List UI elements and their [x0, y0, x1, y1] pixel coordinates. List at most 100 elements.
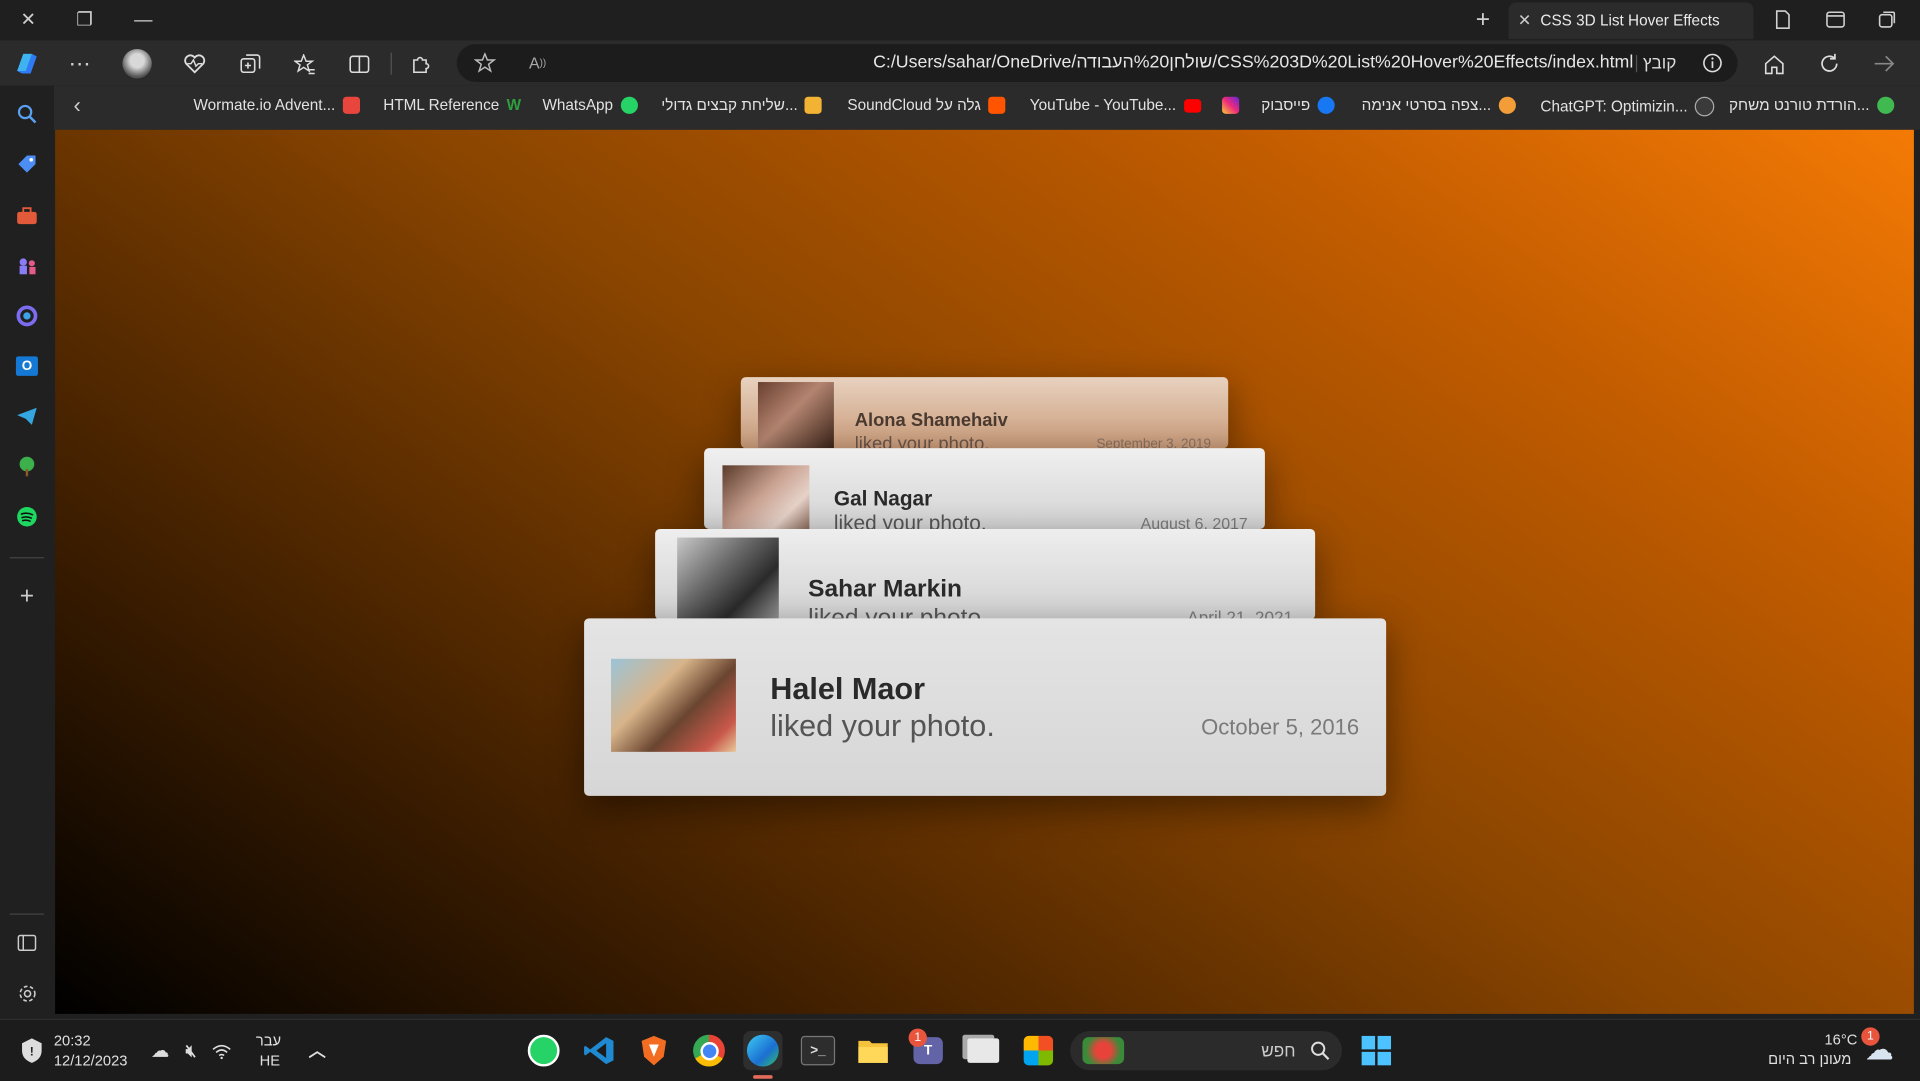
- hide-sidebar-icon[interactable]: [12, 928, 41, 957]
- weather-alert-icon[interactable]: !: [15, 1033, 49, 1067]
- taskbar-windows-app-icon[interactable]: [964, 1031, 1003, 1070]
- add-sidebar-app-icon[interactable]: +: [12, 582, 41, 611]
- read-aloud-icon[interactable]: A)): [522, 47, 554, 79]
- spotify-icon[interactable]: [12, 502, 41, 531]
- minimize-window-button[interactable]: —: [125, 5, 162, 34]
- telegram-icon[interactable]: [12, 402, 41, 431]
- page-content: Alona Shamehaiv liked your photo. Septem…: [55, 129, 1914, 1014]
- item-date: October 5, 2016: [1201, 715, 1360, 740]
- item-message: liked your photo.: [854, 433, 990, 449]
- tab-actions-icon[interactable]: [1817, 5, 1854, 34]
- extensions-icon[interactable]: [405, 48, 437, 80]
- bookmark-8[interactable]: צפה בסרטי אנימה...: [1362, 96, 1516, 114]
- facebook-favicon-icon: [1317, 96, 1335, 114]
- collections-icon[interactable]: [234, 48, 266, 80]
- wormate-favicon-icon: [342, 96, 360, 114]
- avatar: [722, 465, 810, 529]
- soundcloud-favicon-icon: [988, 96, 1006, 114]
- shopping-tag-icon[interactable]: [12, 149, 41, 178]
- windows-start-icon[interactable]: [1357, 1031, 1396, 1070]
- item-name: Alona Shamehaiv: [854, 410, 1008, 432]
- list-item[interactable]: Sahar Markin liked your photo. April 21,…: [655, 528, 1316, 620]
- tree-icon[interactable]: [12, 452, 41, 481]
- taskbar-brave-icon[interactable]: [634, 1031, 673, 1070]
- bookmark-2[interactable]: WhatsApp: [542, 96, 638, 114]
- games-icon[interactable]: [12, 251, 41, 280]
- tab-title: CSS 3D List Hover Effects: [1540, 12, 1720, 30]
- list-item[interactable]: Alona Shamehaiv liked your photo. Septem…: [740, 377, 1229, 449]
- bookmark-3[interactable]: שליחת קבצים גדולי...: [661, 96, 823, 114]
- bookmark-9[interactable]: ChatGPT: Optimizin...: [1540, 96, 1715, 117]
- list-item[interactable]: Gal Nagar liked your photo. August 6, 20…: [704, 448, 1265, 529]
- volume-muted-icon[interactable]: 🔇︎: [175, 1031, 207, 1070]
- whatsapp-favicon-icon: [620, 96, 638, 114]
- item-name: Gal Nagar: [833, 487, 933, 511]
- restore-icon: ❐: [76, 9, 93, 31]
- bookmark-1[interactable]: HTML Reference W: [383, 97, 521, 114]
- search-icon[interactable]: [12, 99, 41, 128]
- avatar: [677, 537, 779, 620]
- taskbar-search-icon: [1310, 1041, 1330, 1067]
- chatgpt-favicon-icon: [1694, 96, 1715, 117]
- wifi-icon[interactable]: [206, 1031, 238, 1070]
- address-bar[interactable]: A)) C:/Users/sahar/OneDrive/שולחן%20העבו…: [456, 44, 1738, 83]
- taskbar-vscode-icon[interactable]: [579, 1031, 618, 1070]
- tools-icon[interactable]: [12, 201, 41, 230]
- forward-icon[interactable]: [1869, 48, 1901, 80]
- onedrive-icon[interactable]: ☁: [144, 1031, 176, 1070]
- tab-css-3d-list[interactable]: ✕ CSS 3D List Hover Effects: [1508, 2, 1754, 40]
- microsoft-365-icon[interactable]: [12, 301, 41, 330]
- tab-close-icon[interactable]: ✕: [1509, 11, 1541, 31]
- item-name: Halel Maor: [770, 672, 926, 707]
- item-date: September 3, 2019: [1096, 437, 1212, 449]
- taskbar-search-input[interactable]: חפש: [1070, 1031, 1343, 1071]
- site-info-icon[interactable]: [1696, 47, 1728, 79]
- weather-description[interactable]: מעונן רב היום: [1768, 1051, 1851, 1068]
- language-top[interactable]: עבר: [256, 1032, 281, 1049]
- bookmark-7[interactable]: פייסבוק: [1261, 96, 1335, 114]
- restore-window-button[interactable]: ❐: [66, 5, 103, 34]
- list-item[interactable]: Halel Maor liked your photo. October 5, …: [584, 618, 1387, 796]
- profile-avatar[interactable]: [121, 48, 153, 80]
- taskbar-file-explorer-icon[interactable]: [853, 1031, 892, 1070]
- workspaces-icon[interactable]: [1869, 5, 1906, 34]
- close-window-button[interactable]: ✕: [10, 5, 47, 34]
- title-bar: ✕ ❐ — + ✕ CSS 3D List Hover Effects: [0, 0, 1920, 41]
- show-hidden-icons-chevron-icon[interactable]: ︿: [301, 1031, 333, 1070]
- home-icon[interactable]: [1758, 48, 1790, 80]
- bookmark-6[interactable]: [1222, 96, 1240, 114]
- taskbar-terminal-icon[interactable]: >_: [798, 1031, 837, 1070]
- more-options-icon[interactable]: ⋯: [64, 48, 96, 80]
- favorites-icon[interactable]: [289, 48, 321, 80]
- language-bottom[interactable]: HE: [260, 1052, 280, 1069]
- torrent-favicon-icon: [1876, 96, 1894, 114]
- toolbar-divider: [390, 52, 392, 75]
- sidebar-settings-gear-icon[interactable]: [12, 978, 41, 1007]
- bookmark-0[interactable]: Wormate.io Advent...: [193, 96, 360, 114]
- bookmark-5[interactable]: YouTube - YouTube...: [1030, 97, 1201, 114]
- favorites-bar: ‹ Wormate.io Advent... HTML Reference W …: [53, 85, 1920, 130]
- minimize-icon: —: [134, 9, 153, 31]
- weather-temperature[interactable]: 16°C: [1825, 1031, 1858, 1048]
- teams-badge: 1: [908, 1028, 927, 1047]
- outlook-icon[interactable]: O: [12, 351, 41, 380]
- add-favorite-star-icon[interactable]: [469, 47, 501, 79]
- page-icon[interactable]: [1765, 5, 1802, 34]
- taskbar-chrome-icon[interactable]: [689, 1031, 728, 1070]
- new-tab-button[interactable]: +: [1465, 5, 1502, 34]
- taskbar-whatsapp-icon[interactable]: [524, 1031, 563, 1070]
- bookmark-4[interactable]: SoundCloud גלה על: [847, 96, 1006, 114]
- clock-time[interactable]: 20:32: [54, 1032, 91, 1049]
- browser-essentials-icon[interactable]: [179, 48, 211, 80]
- taskbar-edge-icon[interactable]: [743, 1031, 783, 1071]
- bookmark-10[interactable]: הורדת טורנט משחק...: [1729, 96, 1894, 114]
- refresh-icon[interactable]: [1813, 48, 1845, 80]
- bookmarks-back-chevron-icon[interactable]: ‹: [73, 93, 80, 119]
- taskbar-store-preview-icon[interactable]: [1019, 1031, 1058, 1070]
- anime-favicon-icon: [1498, 96, 1516, 114]
- split-screen-icon[interactable]: [343, 48, 375, 80]
- copilot-icon[interactable]: [11, 48, 43, 80]
- clock-date[interactable]: 12/12/2023: [54, 1052, 128, 1069]
- address-divider: [1635, 55, 1638, 73]
- close-icon: ✕: [20, 9, 36, 31]
